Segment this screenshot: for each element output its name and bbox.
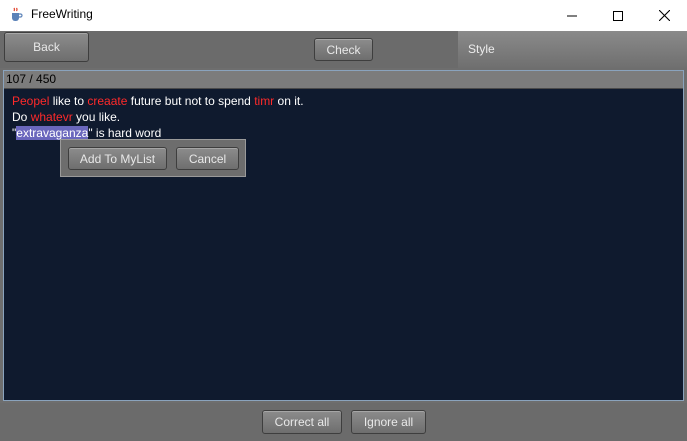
window-title: FreeWriting <box>31 7 93 21</box>
title-bar: FreeWriting <box>0 0 687 31</box>
text-segment: on it. <box>274 94 304 108</box>
ignore-all-button[interactable]: Ignore all <box>351 410 426 434</box>
text-segment: you like. <box>72 110 121 124</box>
freewriting-window: FreeWriting Back Check Style 107 / 450 P… <box>0 0 687 441</box>
minimize-icon <box>567 15 577 16</box>
text-editor[interactable]: 107 / 450 Peopel like to creaate future … <box>3 70 684 401</box>
misspelled-word[interactable]: Peopel <box>12 94 49 108</box>
misspelled-word[interactable]: creaate <box>87 94 127 108</box>
editor-frame: 107 / 450 Peopel like to creaate future … <box>0 68 687 403</box>
text-segment: future but not to spend <box>127 94 255 108</box>
text-line-2: Do whatevr you like. <box>12 109 304 125</box>
maximize-button[interactable] <box>595 0 641 31</box>
correct-all-button[interactable]: Correct all <box>262 410 342 434</box>
misspelled-word[interactable]: whatevr <box>31 110 73 124</box>
style-panel[interactable]: Style <box>458 31 687 68</box>
text-segment: Do <box>12 110 31 124</box>
text-line-1: Peopel like to creaate future but not to… <box>12 93 304 109</box>
misspelled-word[interactable]: timr <box>254 94 274 108</box>
java-cup-icon <box>8 7 24 23</box>
bottom-bar: Correct all Ignore all <box>0 403 687 441</box>
word-counter-bar: 107 / 450 <box>4 71 683 89</box>
back-button[interactable]: Back <box>4 32 89 62</box>
add-word-popup: Add To MyList Cancel <box>60 139 246 177</box>
word-counter: 107 / 450 <box>6 72 57 86</box>
style-label: Style <box>468 42 495 56</box>
add-to-mylist-button[interactable]: Add To MyList <box>68 147 167 170</box>
close-icon <box>658 10 670 21</box>
text-segment: " is hard word <box>88 126 162 140</box>
selected-word[interactable]: extravaganza <box>16 126 89 140</box>
toolbar: Back Check Style <box>0 31 687 68</box>
check-button[interactable]: Check <box>314 38 373 61</box>
minimize-button[interactable] <box>549 0 595 31</box>
close-button[interactable] <box>641 0 687 31</box>
editor-text[interactable]: Peopel like to creaate future but not to… <box>12 93 304 141</box>
cancel-button[interactable]: Cancel <box>176 147 239 170</box>
text-segment: like to <box>49 94 88 108</box>
maximize-icon <box>613 10 623 21</box>
